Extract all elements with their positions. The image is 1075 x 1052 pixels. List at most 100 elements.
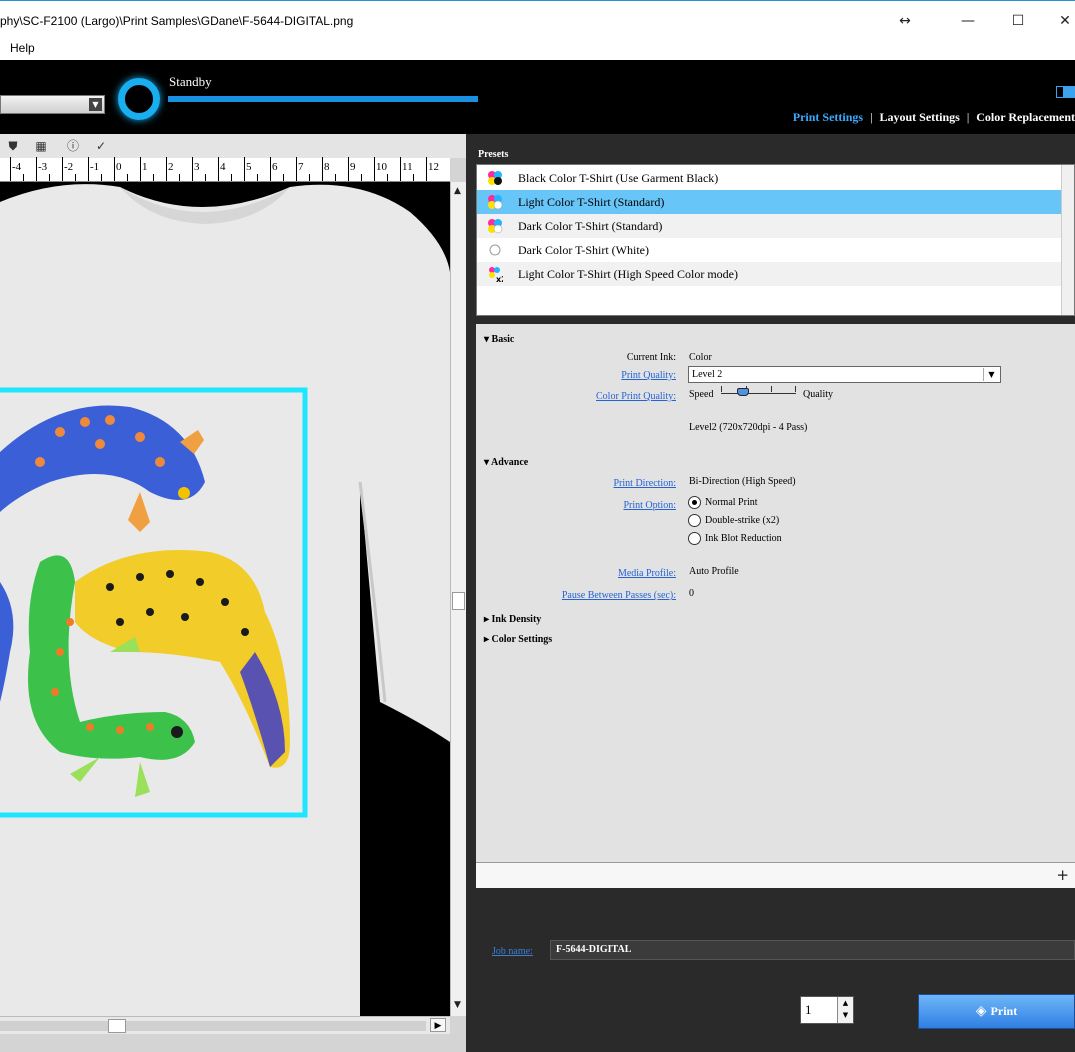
radio-dot — [688, 532, 701, 545]
cmyk-icon — [488, 171, 502, 185]
settings-panel: ▾ Basic Current Ink: Color Print Quality… — [476, 324, 1075, 862]
presets-scrollbar[interactable] — [1061, 165, 1074, 315]
scroll-right-icon[interactable]: ▶ — [430, 1018, 446, 1032]
presets-list[interactable]: Black Color T-Shirt (Use Garment Black) … — [476, 164, 1075, 316]
ruler-minor-tick — [309, 174, 310, 181]
slider-tick — [795, 386, 796, 392]
panel-toggle-icon[interactable] — [1056, 86, 1075, 98]
media-profile-value: Auto Profile — [689, 566, 739, 577]
section-basic[interactable]: ▾ Basic — [484, 334, 514, 345]
preset-item[interactable]: Dark Color T-Shirt (White) — [477, 238, 1063, 262]
preset-label: Black Color T-Shirt (Use Garment Black) — [518, 171, 719, 185]
svg-text:x2: x2 — [496, 275, 503, 282]
section-ink-density[interactable]: ▸ Ink Density — [484, 614, 541, 625]
expanded-arrow-icon: ▾ — [484, 457, 491, 468]
vertical-scroll-thumb[interactable] — [452, 592, 465, 610]
spin-buttons[interactable]: ▲ ▼ — [837, 997, 853, 1023]
calculator-icon[interactable]: ▦ — [32, 137, 50, 155]
slider-rail — [721, 393, 796, 394]
add-icon[interactable]: + — [1056, 866, 1069, 884]
horizontal-scroll-track[interactable] — [0, 1021, 426, 1031]
print-diamond-icon: ◈ — [975, 1003, 987, 1019]
pause-value[interactable]: 0 — [689, 588, 694, 599]
ruler-minor-tick — [101, 174, 102, 181]
current-ink-label: Current Ink: — [626, 352, 676, 363]
scroll-up-icon[interactable]: ▲ — [454, 186, 461, 196]
ruler-major-tick — [192, 157, 193, 181]
cmyk-icon — [488, 195, 503, 210]
ruler-minor-tick — [75, 174, 76, 181]
copies-value: 1 — [805, 1002, 812, 1017]
preset-item-selected[interactable]: Light Color T-Shirt (Standard) — [477, 190, 1063, 214]
preset-item[interactable]: x2 Light Color T-Shirt (High Speed Color… — [477, 262, 1063, 286]
media-profile-link[interactable]: Media Profile: — [476, 568, 676, 579]
ruler-major-tick — [10, 157, 11, 181]
ruler-minor-tick — [335, 174, 336, 181]
ruler-major-tick — [400, 157, 401, 181]
preview-vertical-scrollbar[interactable]: ▲ ▼ — [450, 182, 466, 1016]
ruler-label: 10 — [376, 161, 387, 173]
preset-label: Dark Color T-Shirt (Standard) — [518, 219, 663, 233]
print-quality-value: Level 2 — [692, 369, 723, 380]
print-direction-link[interactable]: Print Direction: — [476, 478, 677, 489]
color-print-quality-link[interactable]: Color Print Quality: — [476, 391, 676, 402]
title-bar: phy\SC-F2100 (Largo)\Print Samples\GDane… — [0, 0, 1075, 38]
resize-icon[interactable]: ↔ — [885, 7, 925, 35]
settings-footer: + — [476, 862, 1075, 888]
preset-item[interactable]: Black Color T-Shirt (Use Garment Black) — [477, 166, 1063, 190]
section-ink-density-title: Ink Density — [491, 614, 542, 625]
preset-item[interactable]: Dark Color T-Shirt (Standard) — [477, 214, 1063, 238]
minimize-button[interactable]: — — [948, 7, 988, 35]
print-button[interactable]: ◈ Print — [918, 994, 1075, 1029]
ruler-label: 0 — [116, 161, 122, 173]
presets-label: Presets — [478, 149, 509, 160]
radio-double-strike[interactable]: Double-strike (x2) — [688, 514, 779, 527]
ruler-label: 6 — [272, 161, 278, 173]
scroll-down-icon[interactable]: ▼ — [454, 1000, 461, 1010]
printer-select[interactable]: ▼ — [0, 95, 105, 114]
ruler-label: 1 — [142, 161, 148, 173]
white-circle-icon — [489, 244, 501, 256]
job-name-link[interactable]: Job name: — [492, 946, 533, 957]
ruler-label: -3 — [38, 161, 48, 173]
ruler-major-tick — [218, 157, 219, 181]
radio-normal-print[interactable]: Normal Print — [688, 496, 758, 509]
ruler-minor-tick — [49, 174, 50, 181]
ruler-label: 7 — [298, 161, 304, 173]
spin-down-icon[interactable]: ▼ — [838, 1009, 853, 1021]
tab-print-settings[interactable]: Print Settings — [793, 110, 863, 124]
maximize-button[interactable]: ☐ — [998, 7, 1038, 35]
ruler-minor-tick — [23, 174, 24, 181]
spin-up-icon[interactable]: ▲ — [838, 997, 853, 1009]
preview-horizontal-scrollbar[interactable]: ▶ — [0, 1016, 450, 1034]
stamp-icon[interactable]: ⛊ — [4, 137, 22, 155]
close-button[interactable]: ✕ — [1045, 7, 1075, 35]
radio-ink-blot-reduction[interactable]: Ink Blot Reduction — [688, 532, 782, 545]
info-icon[interactable]: ⓘ — [64, 137, 82, 155]
pause-between-passes-link[interactable]: Pause Between Passes (sec): — [476, 590, 676, 601]
color-print-quality-slider[interactable] — [721, 384, 796, 396]
section-advance[interactable]: ▾ Advance — [484, 457, 528, 468]
print-option-link[interactable]: Print Option: — [476, 500, 676, 511]
checklist-icon[interactable]: ✓ — [92, 137, 110, 155]
slider-knob[interactable] — [737, 388, 749, 396]
print-preview-canvas[interactable] — [0, 182, 450, 1016]
print-quality-link[interactable]: Print Quality: — [476, 370, 676, 381]
ruler-minor-tick — [231, 174, 232, 181]
ruler-minor-tick — [127, 174, 128, 181]
horizontal-scroll-thumb[interactable] — [108, 1019, 126, 1033]
copies-stepper[interactable]: 1 ▲ ▼ — [800, 996, 854, 1024]
tab-layout-settings[interactable]: Layout Settings — [879, 110, 959, 124]
ruler-label: 3 — [194, 161, 200, 173]
section-color-settings[interactable]: ▸ Color Settings — [484, 634, 552, 645]
tab-color-replacement[interactable]: Color Replacement — [976, 110, 1075, 124]
ruler-label: 2 — [168, 161, 174, 173]
section-advance-title: Advance — [490, 457, 529, 468]
app-header: ▼ Standby Print Settings | Layout Settings… — [0, 60, 1075, 134]
print-quality-select[interactable]: Level 2 ▼ — [688, 366, 1001, 383]
menu-help[interactable]: Help — [10, 41, 35, 55]
printer-status: Standby — [169, 74, 212, 89]
collapsed-arrow-icon: ▸ — [484, 614, 492, 625]
job-name-input[interactable]: F-5644-DIGITAL — [550, 940, 1075, 960]
ruler-minor-tick — [387, 174, 388, 181]
